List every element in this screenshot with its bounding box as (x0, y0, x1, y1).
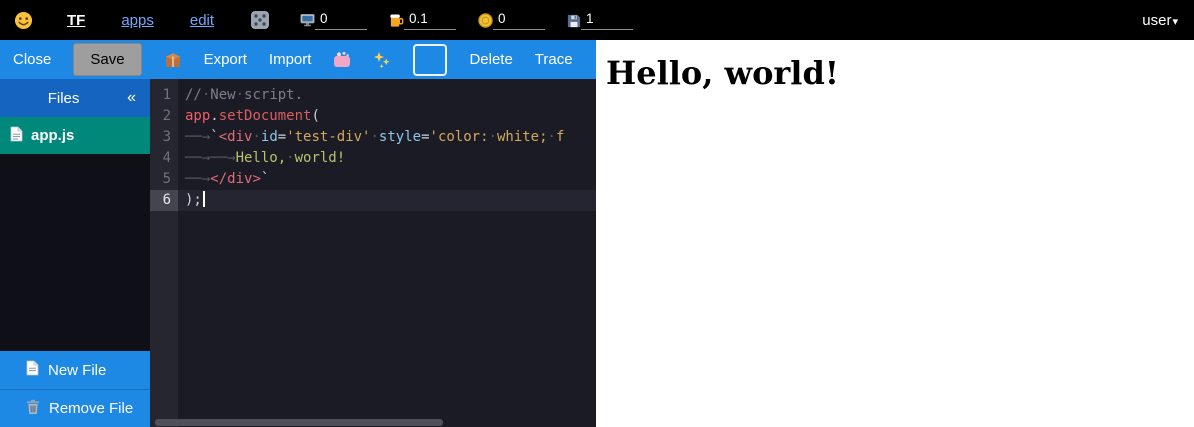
coin-stat: 0 (478, 11, 545, 30)
trace-button[interactable]: Trace (535, 51, 573, 68)
line-number: 1 (150, 85, 178, 106)
floppy-icon (567, 14, 581, 28)
monitor-icon (300, 13, 315, 28)
scrollbar-thumb[interactable] (155, 419, 443, 426)
trash-icon (26, 399, 40, 419)
remove-file-button[interactable]: Remove File (0, 389, 150, 427)
chevron-down-icon: ▾ (1172, 16, 1178, 28)
dice-icon[interactable] (250, 10, 270, 30)
preview-heading: Hello, world! (606, 54, 1194, 92)
user-menu[interactable]: user▾ (1142, 12, 1178, 29)
code-line[interactable]: ──→</div>` (178, 169, 596, 190)
beer-stat-field[interactable]: 0.1 (404, 11, 456, 30)
file-name: app.js (31, 127, 74, 144)
delete-button[interactable]: Delete (469, 51, 512, 68)
new-file-label: New File (48, 362, 106, 379)
file-item-appjs[interactable]: app.js (0, 117, 150, 154)
nav-edit-link[interactable]: edit (190, 12, 214, 29)
user-menu-label: user (1142, 12, 1171, 29)
package-icon[interactable] (164, 51, 182, 69)
brand-link[interactable]: TF (67, 12, 85, 29)
beer-icon (389, 13, 404, 28)
monitor-stat: 0 (300, 11, 367, 30)
import-button[interactable]: Import (269, 51, 312, 68)
text-cursor (203, 191, 205, 207)
beer-stat: 0.1 (389, 11, 456, 30)
floppy-stat-field[interactable]: 1 (581, 11, 633, 30)
smiley-logo-icon[interactable] (14, 11, 33, 30)
code-line[interactable]: ); (178, 190, 596, 211)
editor-code[interactable]: //·New·script.app.setDocument(──→`<div·i… (178, 79, 596, 427)
line-number: 6 (150, 190, 178, 211)
remove-file-label: Remove File (49, 400, 133, 417)
new-file-button[interactable]: New File (0, 351, 150, 389)
collapse-files-button[interactable]: « (127, 89, 150, 107)
line-number: 4 (150, 148, 178, 169)
nav-apps-link[interactable]: apps (121, 12, 154, 29)
file-icon (10, 126, 23, 146)
coin-icon (478, 13, 493, 28)
files-panel-title: Files (0, 90, 127, 107)
export-button[interactable]: Export (204, 51, 247, 68)
save-button[interactable]: Save (73, 43, 141, 76)
floppy-stat: 1 (567, 11, 633, 30)
app-preview: Hello, world! (596, 40, 1194, 427)
files-panel-background (0, 154, 150, 351)
files-panel-header: Files « (0, 79, 150, 117)
monitor-stat-field[interactable]: 0 (315, 11, 367, 30)
close-button[interactable]: Close (13, 51, 51, 68)
code-line[interactable]: app.setDocument( (178, 106, 596, 127)
code-line[interactable]: //·New·script. (178, 85, 596, 106)
editor-horizontal-scrollbar[interactable] (152, 419, 594, 426)
sparkles-icon[interactable] (373, 51, 391, 69)
code-editor[interactable]: 123456 //·New·script.app.setDocument(──→… (150, 79, 596, 427)
code-line[interactable]: ──→──→Hello,·world! (178, 148, 596, 169)
coin-stat-field[interactable]: 0 (493, 11, 545, 30)
line-number: 3 (150, 127, 178, 148)
editor-toolbar: Close Save Export Import Delete Trace (0, 40, 596, 79)
code-line[interactable]: ──→`<div·id='test-div'·style='color:·whi… (178, 127, 596, 148)
line-number: 2 (150, 106, 178, 127)
new-file-icon (26, 360, 39, 380)
empty-swatch-button[interactable] (413, 44, 447, 76)
soap-icon[interactable] (333, 51, 351, 68)
line-number: 5 (150, 169, 178, 190)
editor-gutter: 123456 (150, 79, 178, 427)
topbar: TF apps edit 0 (0, 0, 1194, 40)
